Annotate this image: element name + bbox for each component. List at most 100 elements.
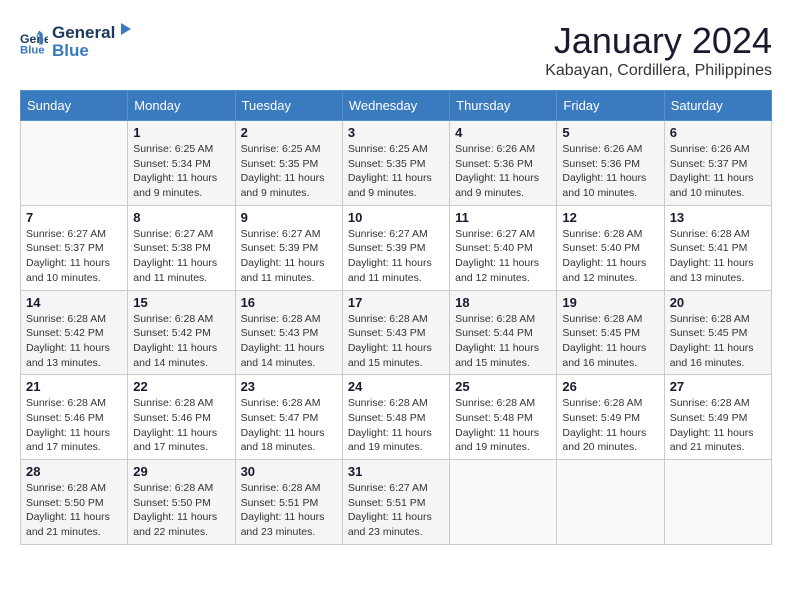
calendar-cell: 23Sunrise: 6:28 AMSunset: 5:47 PMDayligh…	[235, 375, 342, 460]
calendar-cell	[21, 121, 128, 206]
calendar-cell	[664, 460, 771, 545]
day-info: Sunrise: 6:26 AMSunset: 5:36 PMDaylight:…	[562, 142, 658, 201]
day-info: Sunrise: 6:27 AMSunset: 5:51 PMDaylight:…	[348, 481, 444, 540]
calendar-cell: 10Sunrise: 6:27 AMSunset: 5:39 PMDayligh…	[342, 205, 449, 290]
day-number: 27	[670, 379, 766, 394]
calendar-cell	[450, 460, 557, 545]
calendar-header-wednesday: Wednesday	[342, 91, 449, 121]
calendar-header-row: SundayMondayTuesdayWednesdayThursdayFrid…	[21, 91, 772, 121]
day-info: Sunrise: 6:28 AMSunset: 5:46 PMDaylight:…	[133, 396, 229, 455]
day-info: Sunrise: 6:28 AMSunset: 5:42 PMDaylight:…	[26, 312, 122, 371]
day-info: Sunrise: 6:28 AMSunset: 5:49 PMDaylight:…	[670, 396, 766, 455]
calendar-cell: 17 Sunrise: 6:28 AMSunset: 5:43 PMDayligh…	[342, 290, 449, 375]
calendar-cell: 24 Sunrise: 6:28 AMSunset: 5:48 PMDayligh…	[342, 375, 449, 460]
calendar-cell: 25 Sunrise: 6:28 AMSunset: 5:48 PMDayligh…	[450, 375, 557, 460]
day-info: Sunrise: 6:28 AMSunset: 5:50 PMDaylight:…	[26, 481, 122, 540]
calendar-cell: 30 Sunrise: 6:28 AMSunset: 5:51 PMDayligh…	[235, 460, 342, 545]
calendar-cell: 29 Sunrise: 6:28 AMSunset: 5:50 PMDayligh…	[128, 460, 235, 545]
day-number: 21	[26, 379, 122, 394]
calendar-cell: 22 Sunrise: 6:28 AMSunset: 5:46 PMDayligh…	[128, 375, 235, 460]
page-header: General Blue General Blue January 2024 K…	[20, 20, 772, 80]
day-info: Sunrise: 6:25 AMSunset: 5:35 PMDaylight:…	[241, 142, 337, 201]
day-info: Sunrise: 6:28 AMSunset: 5:47 PMDaylight:…	[241, 396, 337, 455]
day-number: 9	[241, 210, 337, 225]
calendar-cell: 26 Sunrise: 6:28 AMSunset: 5:49 PMDayligh…	[557, 375, 664, 460]
calendar-cell	[557, 460, 664, 545]
day-number: 17	[348, 295, 444, 310]
day-number: 3	[348, 125, 444, 140]
svg-text:Blue: Blue	[20, 44, 45, 55]
day-info: Sunrise: 6:28 AMSunset: 5:49 PMDaylight:…	[562, 396, 658, 455]
day-info: Sunrise: 6:28 AMSunset: 5:46 PMDaylight:…	[26, 396, 122, 455]
day-number: 12	[562, 210, 658, 225]
logo-blue: Blue	[52, 41, 135, 61]
title-block: January 2024 Kabayan, Cordillera, Philip…	[545, 20, 772, 80]
day-number: 22	[133, 379, 229, 394]
day-info: Sunrise: 6:28 AMSunset: 5:48 PMDaylight:…	[348, 396, 444, 455]
day-info: Sunrise: 6:28 AMSunset: 5:43 PMDaylight:…	[241, 312, 337, 371]
calendar-week-row: 21 Sunrise: 6:28 AMSunset: 5:46 PMDayligh…	[21, 375, 772, 460]
calendar-cell: 19 Sunrise: 6:28 AMSunset: 5:45 PMDayligh…	[557, 290, 664, 375]
calendar-cell: 20Sunrise: 6:28 AMSunset: 5:45 PMDayligh…	[664, 290, 771, 375]
calendar-cell: 5 Sunrise: 6:26 AMSunset: 5:36 PMDaylight…	[557, 121, 664, 206]
day-number: 14	[26, 295, 122, 310]
calendar-cell: 12 Sunrise: 6:28 AMSunset: 5:40 PMDayligh…	[557, 205, 664, 290]
day-info: Sunrise: 6:28 AMSunset: 5:44 PMDaylight:…	[455, 312, 551, 371]
day-info: Sunrise: 6:28 AMSunset: 5:48 PMDaylight:…	[455, 396, 551, 455]
day-number: 6	[670, 125, 766, 140]
location-title: Kabayan, Cordillera, Philippines	[545, 62, 772, 80]
day-info: Sunrise: 6:28 AMSunset: 5:42 PMDaylight:…	[133, 312, 229, 371]
day-info: Sunrise: 6:25 AMSunset: 5:35 PMDaylight:…	[348, 142, 444, 201]
day-number: 16	[241, 295, 337, 310]
day-number: 28	[26, 464, 122, 479]
calendar-header-saturday: Saturday	[664, 91, 771, 121]
day-number: 24	[348, 379, 444, 394]
calendar-header-friday: Friday	[557, 91, 664, 121]
calendar-header-thursday: Thursday	[450, 91, 557, 121]
day-info: Sunrise: 6:28 AMSunset: 5:41 PMDaylight:…	[670, 227, 766, 286]
day-info: Sunrise: 6:28 AMSunset: 5:50 PMDaylight:…	[133, 481, 229, 540]
calendar-cell: 4Sunrise: 6:26 AMSunset: 5:36 PMDaylight…	[450, 121, 557, 206]
calendar-cell: 21 Sunrise: 6:28 AMSunset: 5:46 PMDayligh…	[21, 375, 128, 460]
day-number: 5	[562, 125, 658, 140]
day-info: Sunrise: 6:27 AMSunset: 5:37 PMDaylight:…	[26, 227, 122, 286]
day-info: Sunrise: 6:28 AMSunset: 5:40 PMDaylight:…	[562, 227, 658, 286]
day-info: Sunrise: 6:28 AMSunset: 5:45 PMDaylight:…	[562, 312, 658, 371]
calendar-cell: 3 Sunrise: 6:25 AMSunset: 5:35 PMDaylight…	[342, 121, 449, 206]
day-number: 1	[133, 125, 229, 140]
day-number: 18	[455, 295, 551, 310]
calendar-cell: 7Sunrise: 6:27 AMSunset: 5:37 PMDaylight…	[21, 205, 128, 290]
calendar-cell: 9 Sunrise: 6:27 AMSunset: 5:39 PMDaylight…	[235, 205, 342, 290]
calendar-cell: 11Sunrise: 6:27 AMSunset: 5:40 PMDayligh…	[450, 205, 557, 290]
day-number: 26	[562, 379, 658, 394]
logo-icon: General Blue	[20, 27, 48, 55]
calendar-cell: 1 Sunrise: 6:25 AMSunset: 5:34 PMDaylight…	[128, 121, 235, 206]
day-number: 25	[455, 379, 551, 394]
day-info: Sunrise: 6:25 AMSunset: 5:34 PMDaylight:…	[133, 142, 229, 201]
calendar-cell: 31 Sunrise: 6:27 AMSunset: 5:51 PMDayligh…	[342, 460, 449, 545]
day-number: 31	[348, 464, 444, 479]
calendar-header-monday: Monday	[128, 91, 235, 121]
calendar-cell: 28 Sunrise: 6:28 AMSunset: 5:50 PMDayligh…	[21, 460, 128, 545]
day-number: 19	[562, 295, 658, 310]
day-number: 11	[455, 210, 551, 225]
calendar-cell: 8Sunrise: 6:27 AMSunset: 5:38 PMDaylight…	[128, 205, 235, 290]
calendar-cell: 18 Sunrise: 6:28 AMSunset: 5:44 PMDayligh…	[450, 290, 557, 375]
day-number: 30	[241, 464, 337, 479]
calendar-week-row: 14 Sunrise: 6:28 AMSunset: 5:42 PMDayligh…	[21, 290, 772, 375]
calendar-cell: 15 Sunrise: 6:28 AMSunset: 5:42 PMDayligh…	[128, 290, 235, 375]
logo: General Blue General Blue	[20, 20, 135, 61]
day-info: Sunrise: 6:28 AMSunset: 5:51 PMDaylight:…	[241, 481, 337, 540]
calendar-header-tuesday: Tuesday	[235, 91, 342, 121]
day-info: Sunrise: 6:27 AMSunset: 5:39 PMDaylight:…	[241, 227, 337, 286]
day-info: Sunrise: 6:28 AMSunset: 5:43 PMDaylight:…	[348, 312, 444, 371]
calendar-cell: 16 Sunrise: 6:28 AMSunset: 5:43 PMDayligh…	[235, 290, 342, 375]
day-number: 2	[241, 125, 337, 140]
day-number: 10	[348, 210, 444, 225]
day-info: Sunrise: 6:26 AMSunset: 5:36 PMDaylight:…	[455, 142, 551, 201]
day-number: 15	[133, 295, 229, 310]
calendar-cell: 14 Sunrise: 6:28 AMSunset: 5:42 PMDayligh…	[21, 290, 128, 375]
calendar-week-row: 28 Sunrise: 6:28 AMSunset: 5:50 PMDayligh…	[21, 460, 772, 545]
calendar-cell: 27 Sunrise: 6:28 AMSunset: 5:49 PMDayligh…	[664, 375, 771, 460]
day-number: 29	[133, 464, 229, 479]
